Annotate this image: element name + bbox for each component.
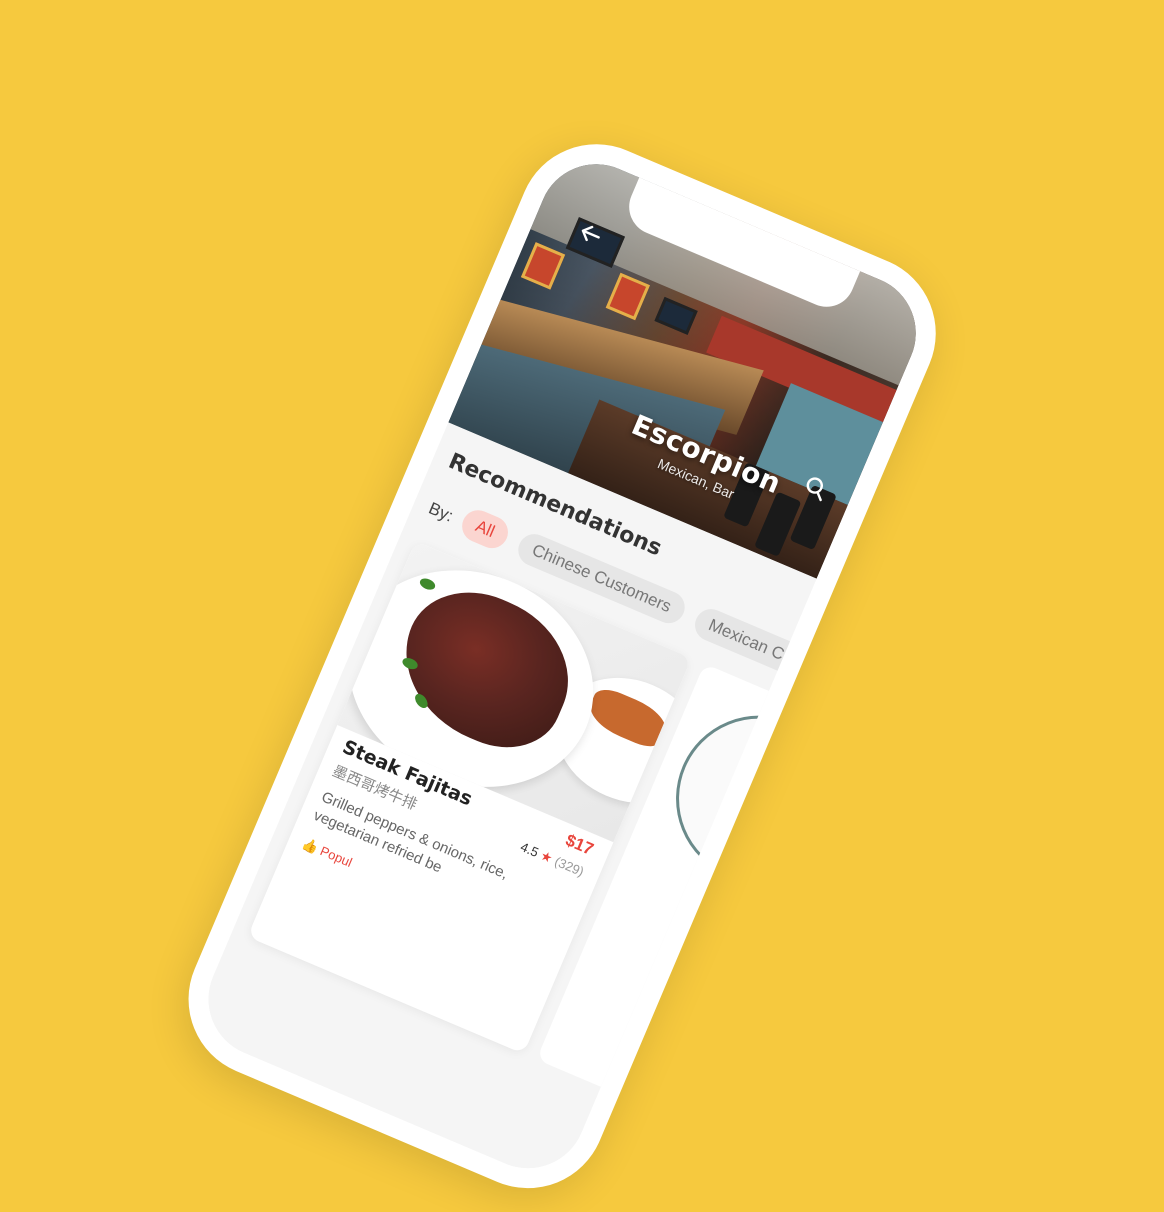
popular-label: Popul	[318, 843, 355, 870]
rating-value: 4.5	[518, 839, 541, 861]
star-icon: ★	[538, 847, 555, 866]
popular-badge: 👍 Popul	[299, 835, 355, 870]
rating-count: (329)	[552, 853, 587, 880]
thumbs-up-icon: 👍	[299, 835, 321, 856]
app-screen: Escorpion Mexican, Bar Recommendations B…	[190, 146, 934, 1187]
filter-by-label: By:	[425, 498, 457, 526]
phone-frame: Escorpion Mexican, Bar Recommendations B…	[164, 120, 961, 1212]
dish-image-next	[650, 689, 868, 908]
dish-price: $17	[562, 830, 597, 860]
filter-chip-all[interactable]: All	[457, 505, 513, 554]
